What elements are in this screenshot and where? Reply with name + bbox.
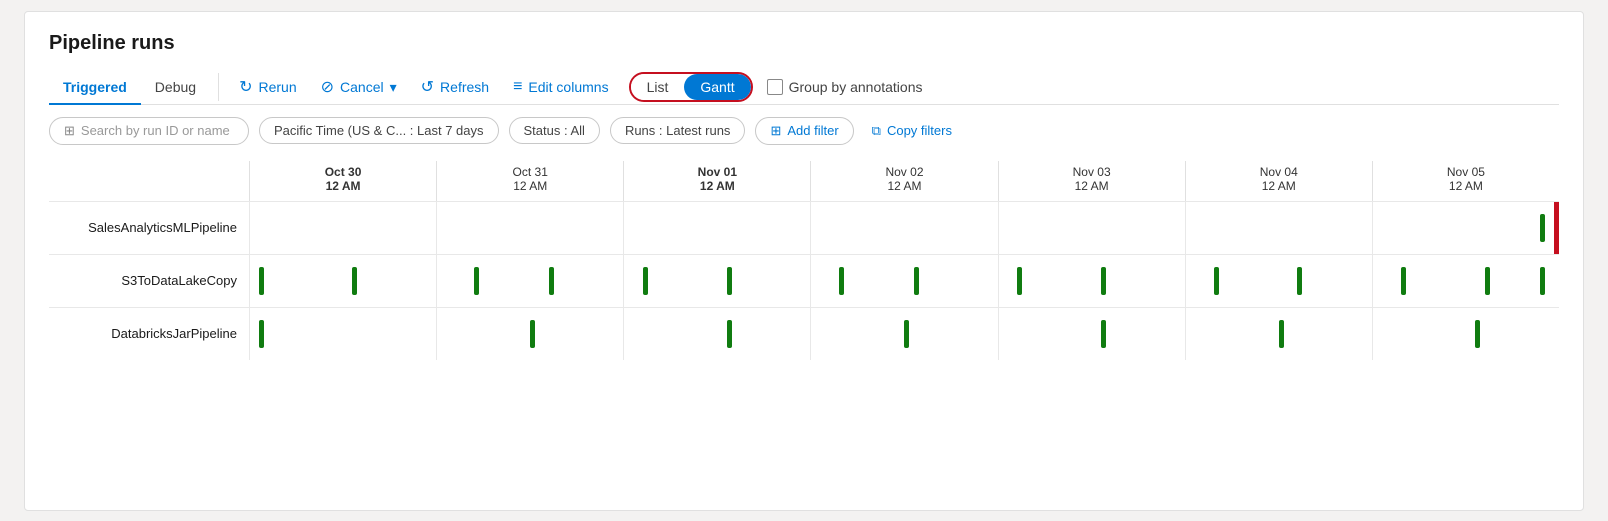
gantt-view-button[interactable]: Gantt (684, 74, 750, 100)
tab-debug[interactable]: Debug (141, 71, 210, 105)
toolbar: Triggered Debug ↻ Rerun ⊘ Cancel ▾ ↺ Ref… (49, 71, 1559, 105)
gantt-bar (1101, 320, 1106, 348)
gantt-cell (998, 202, 1185, 254)
time-filter-pill[interactable]: Pacific Time (US & C... : Last 7 days (259, 117, 499, 144)
gantt-bar (1279, 320, 1284, 348)
gantt-cell (1185, 202, 1372, 254)
gantt-row-label: DatabricksJarPipeline (49, 326, 249, 341)
gantt-bar (1540, 214, 1545, 242)
add-filter-button[interactable]: ⊞ Add filter (755, 117, 853, 145)
pipeline-runs-container: Pipeline runs Triggered Debug ↻ Rerun ⊘ … (24, 11, 1584, 511)
gantt-row: SalesAnalyticsMLPipeline (49, 201, 1559, 254)
gantt-redbar (1554, 202, 1559, 254)
gantt-col-header: Oct 3112 AM (436, 161, 623, 201)
divider-1 (218, 73, 219, 101)
gantt-cell (810, 202, 997, 254)
gantt-cell (1185, 255, 1372, 307)
gantt-chart: Oct 3012 AMOct 3112 AMNov 0112 AMNov 021… (49, 161, 1559, 360)
gantt-row-cells (249, 308, 1559, 360)
gantt-row: S3ToDataLakeCopy (49, 254, 1559, 307)
gantt-bar (727, 267, 732, 295)
gantt-cell (436, 202, 623, 254)
gantt-cell (436, 308, 623, 360)
gantt-cell (623, 202, 810, 254)
list-view-button[interactable]: List (631, 74, 685, 100)
gantt-bar (904, 320, 909, 348)
copy-icon: ⧉ (872, 123, 881, 139)
gantt-bar (1214, 267, 1219, 295)
copy-filters-button[interactable]: ⧉ Copy filters (864, 118, 960, 144)
gantt-bar (1101, 267, 1106, 295)
gantt-col-header: Nov 0512 AM (1372, 161, 1559, 201)
cancel-button[interactable]: ⊘ Cancel ▾ (309, 71, 409, 103)
gantt-bar (530, 320, 535, 348)
rerun-button[interactable]: ↻ Rerun (227, 71, 309, 103)
gantt-bar (549, 267, 554, 295)
refresh-icon: ↺ (421, 77, 434, 97)
gantt-cell (998, 308, 1185, 360)
gantt-cell (436, 255, 623, 307)
tab-triggered[interactable]: Triggered (49, 71, 141, 105)
gantt-bar (643, 267, 648, 295)
group-by-checkbox[interactable] (767, 79, 783, 95)
gantt-bar (1297, 267, 1302, 295)
gantt-bar (259, 267, 264, 295)
search-input[interactable]: ⊞ Search by run ID or name (49, 117, 249, 145)
gantt-bar (1540, 267, 1545, 295)
gantt-bar (1401, 267, 1406, 295)
rerun-icon: ↻ (239, 77, 252, 97)
gantt-row-label: SalesAnalyticsMLPipeline (49, 220, 249, 235)
gantt-col-header: Nov 0312 AM (998, 161, 1185, 201)
gantt-bar (914, 267, 919, 295)
gantt-bar (727, 320, 732, 348)
gantt-bar (474, 267, 479, 295)
refresh-button[interactable]: ↺ Refresh (409, 71, 501, 103)
gantt-bar (1475, 320, 1480, 348)
gantt-cell (998, 255, 1185, 307)
page-title: Pipeline runs (49, 32, 1559, 55)
gantt-col-header: Nov 0212 AM (810, 161, 997, 201)
gantt-cell (249, 308, 436, 360)
gantt-row: DatabricksJarPipeline (49, 307, 1559, 360)
filters-row: ⊞ Search by run ID or name Pacific Time … (49, 117, 1559, 145)
gantt-cell (623, 308, 810, 360)
gantt-bar (1017, 267, 1022, 295)
search-icon: ⊞ (64, 123, 75, 139)
gantt-row-cells (249, 255, 1559, 307)
gantt-cell (810, 308, 997, 360)
gantt-bar (1485, 267, 1490, 295)
view-toggle: List Gantt (629, 72, 753, 102)
gantt-cell (1372, 255, 1559, 307)
status-filter-pill[interactable]: Status : All (509, 117, 600, 144)
gantt-cell (623, 255, 810, 307)
gantt-cell (810, 255, 997, 307)
edit-columns-button[interactable]: ≡ Edit columns (501, 72, 621, 102)
gantt-cell (249, 255, 436, 307)
edit-columns-icon: ≡ (513, 78, 522, 96)
group-by-annotations: Group by annotations (767, 79, 923, 95)
gantt-col-header: Nov 0112 AM (623, 161, 810, 201)
gantt-row-cells (249, 202, 1559, 254)
gantt-row-label: S3ToDataLakeCopy (49, 273, 249, 288)
gantt-col-header: Oct 3012 AM (249, 161, 436, 201)
gantt-rows: SalesAnalyticsMLPipeline S3ToDataLakeCopy… (49, 201, 1559, 360)
gantt-cell (1372, 308, 1559, 360)
add-filter-icon: ⊞ (770, 123, 781, 139)
runs-filter-pill[interactable]: Runs : Latest runs (610, 117, 746, 144)
gantt-bar (839, 267, 844, 295)
gantt-cell (1372, 202, 1559, 254)
gantt-header: Oct 3012 AMOct 3112 AMNov 0112 AMNov 021… (249, 161, 1559, 201)
cancel-chevron-icon: ▾ (390, 79, 397, 96)
gantt-cell (249, 202, 436, 254)
gantt-cell (1185, 308, 1372, 360)
cancel-icon: ⊘ (321, 77, 334, 97)
gantt-bar (259, 320, 264, 348)
gantt-bar (352, 267, 357, 295)
gantt-col-header: Nov 0412 AM (1185, 161, 1372, 201)
